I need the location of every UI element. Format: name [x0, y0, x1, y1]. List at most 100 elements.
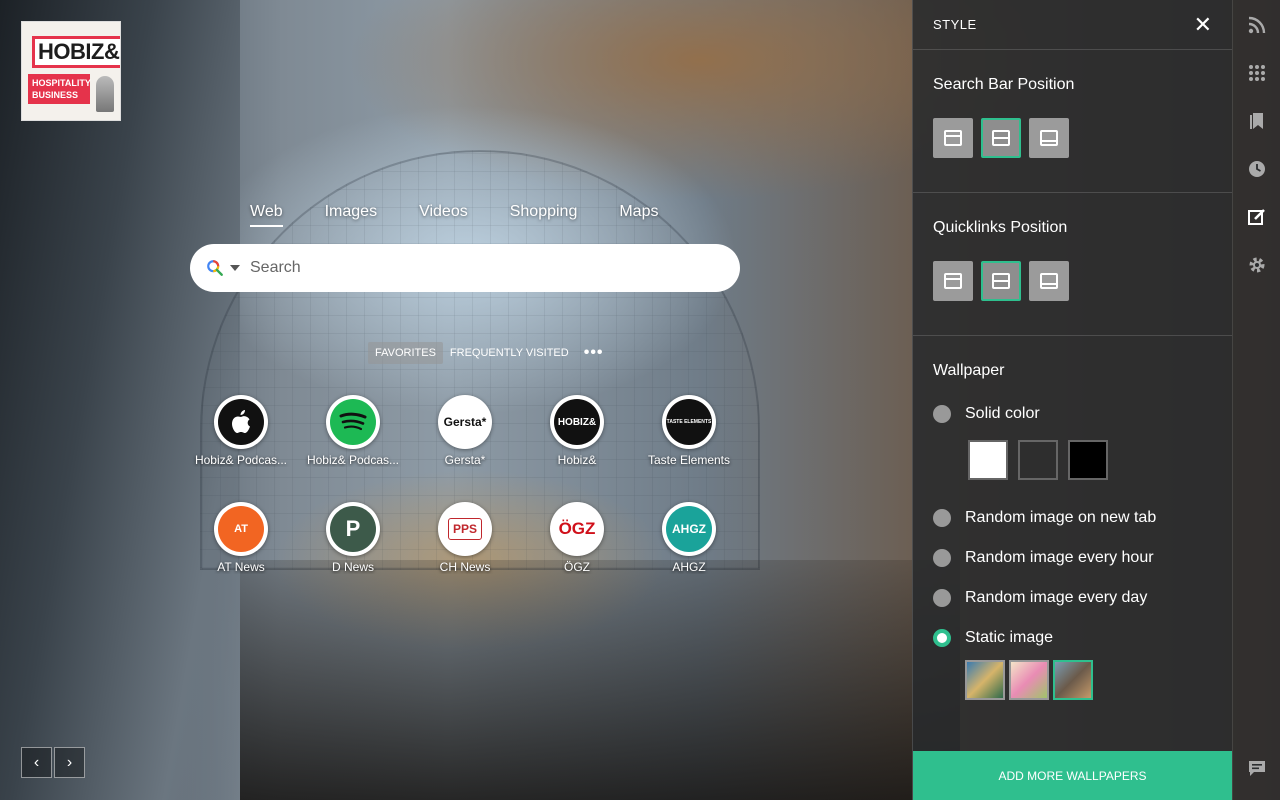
- d-news-logo-icon: P: [330, 506, 376, 552]
- spotify-waves-icon: [339, 412, 367, 431]
- history-clock-icon[interactable]: [1245, 157, 1269, 181]
- position-options: [933, 118, 1212, 158]
- panel-header: STYLE ✕: [913, 0, 1232, 50]
- position-top-button[interactable]: [933, 261, 973, 301]
- position-bottom-button[interactable]: [1029, 118, 1069, 158]
- gersta-logo-icon: Gersta*: [442, 399, 488, 445]
- panel-title: STYLE: [933, 17, 977, 32]
- logo-text-main: HOBIZ&: [32, 36, 120, 68]
- hobiz-logo-icon: HOBIZ&: [554, 399, 600, 445]
- radio-button[interactable]: [933, 509, 951, 527]
- quicklink-label: CH News: [439, 560, 491, 574]
- quicklink-icon: [326, 395, 380, 449]
- style-panel: STYLE ✕ Search Bar Position Quicklinks P…: [912, 0, 1232, 800]
- quicklink-label: AT News: [217, 560, 265, 574]
- option-solid-color[interactable]: Solid color: [933, 394, 1212, 434]
- quicklink-tile[interactable]: Gersta* Gersta*: [410, 395, 520, 467]
- quicklink-label: AHGZ: [672, 560, 706, 574]
- swatch-dark-gray[interactable]: [1018, 440, 1058, 480]
- tab-maps[interactable]: Maps: [619, 203, 658, 227]
- bookmarks-icon[interactable]: [1245, 109, 1269, 133]
- quicklink-label: Hobiz& Podcas...: [194, 453, 288, 467]
- position-top-button[interactable]: [933, 118, 973, 158]
- radio-button-selected[interactable]: [933, 629, 951, 647]
- layout-middle-icon: [992, 273, 1010, 289]
- color-swatches: [968, 440, 1212, 480]
- quicklink-tile[interactable]: AHGZ AHGZ: [634, 502, 744, 574]
- layout-middle-icon: [992, 130, 1010, 146]
- more-options-icon[interactable]: •••: [584, 344, 604, 362]
- wallpaper-thumbnail[interactable]: [1009, 660, 1049, 700]
- option-label: Random image every day: [965, 589, 1148, 606]
- chevron-right-icon[interactable]: ›: [54, 747, 85, 778]
- section-title: Search Bar Position: [933, 76, 1075, 93]
- taste-elements-logo-icon: TASTE ELEMENTS: [666, 399, 712, 445]
- spotify-icon: [330, 399, 376, 445]
- quicklink-icon: ÖGZ: [550, 502, 604, 556]
- ogz-logo-icon: ÖGZ: [554, 506, 600, 552]
- search-bar: [190, 244, 740, 292]
- quicklink-label: Hobiz& Podcas...: [306, 453, 400, 467]
- quicklink-tile[interactable]: P D News: [298, 502, 408, 574]
- position-middle-button[interactable]: [981, 118, 1021, 158]
- tab-web[interactable]: Web: [250, 203, 283, 227]
- wallpaper-section: Wallpaper Solid color Random image on ne…: [913, 336, 1232, 700]
- tab-images[interactable]: Images: [325, 203, 377, 227]
- feedback-icon[interactable]: [1245, 757, 1269, 781]
- tab-frequently-visited[interactable]: FREQUENTLY VISITED: [443, 342, 576, 364]
- quicklink-tile[interactable]: ÖGZ ÖGZ: [522, 502, 632, 574]
- chevron-down-icon[interactable]: [230, 265, 240, 271]
- swatch-black[interactable]: [1068, 440, 1108, 480]
- option-random-new-tab[interactable]: Random image on new tab: [933, 498, 1212, 538]
- brand-logo[interactable]: HOBIZ& HOSPITALITY BUSINESS: [21, 21, 121, 121]
- position-bottom-button[interactable]: [1029, 261, 1069, 301]
- option-label: Random image every hour: [965, 549, 1154, 566]
- wallpaper-market-floor: [240, 560, 960, 800]
- quicklink-icon: HOBIZ&: [550, 395, 604, 449]
- close-icon[interactable]: ✕: [1194, 13, 1212, 36]
- tab-favorites[interactable]: FAVORITES: [368, 342, 443, 364]
- quicklink-tile[interactable]: Hobiz& Podcas...: [298, 395, 408, 467]
- option-random-day[interactable]: Random image every day: [933, 578, 1212, 618]
- apps-grid-icon[interactable]: [1245, 61, 1269, 85]
- quicklink-tile[interactable]: AT AT News: [186, 502, 296, 574]
- sidebar-rail: [1232, 0, 1280, 800]
- wallpaper-thumbnails: [965, 660, 1212, 700]
- gear-icon[interactable]: [1245, 253, 1269, 277]
- wallpaper-thumbnail-selected[interactable]: [1053, 660, 1093, 700]
- quicklink-tile[interactable]: HOBIZ& Hobiz&: [522, 395, 632, 467]
- style-edit-icon[interactable]: [1245, 205, 1269, 229]
- quicklink-tile[interactable]: PPS CH News: [410, 502, 520, 574]
- radio-button[interactable]: [933, 589, 951, 607]
- microphone-icon: [96, 76, 114, 112]
- search-bar-position-section: Search Bar Position: [913, 50, 1232, 193]
- option-random-hour[interactable]: Random image every hour: [933, 538, 1212, 578]
- search-input[interactable]: [250, 259, 690, 277]
- quicklink-label: D News: [331, 560, 374, 574]
- layout-bottom-icon: [1040, 273, 1058, 289]
- search-type-tabs: Web Images Videos Shopping Maps: [250, 203, 700, 227]
- quicklink-tile[interactable]: TASTE ELEMENTS Taste Elements: [634, 395, 744, 467]
- radio-button[interactable]: [933, 549, 951, 567]
- option-static-image[interactable]: Static image: [933, 618, 1212, 658]
- position-middle-button[interactable]: [981, 261, 1021, 301]
- layout-bottom-icon: [1040, 130, 1058, 146]
- quicklink-tile[interactable]: Hobiz& Podcas...: [186, 395, 296, 467]
- swatch-white[interactable]: [968, 440, 1008, 480]
- layout-top-icon: [944, 273, 962, 289]
- rss-icon[interactable]: [1245, 13, 1269, 37]
- option-label: Static image: [965, 629, 1054, 646]
- tab-shopping[interactable]: Shopping: [510, 203, 578, 227]
- quicklink-icon: AHGZ: [662, 502, 716, 556]
- chevron-left-icon[interactable]: ‹: [21, 747, 52, 778]
- option-label: Solid color: [965, 405, 1040, 422]
- layout-top-icon: [944, 130, 962, 146]
- quicklink-icon: AT: [214, 502, 268, 556]
- search-engine-icon[interactable]: [206, 259, 224, 277]
- radio-button[interactable]: [933, 405, 951, 423]
- add-wallpapers-button[interactable]: ADD MORE WALLPAPERS: [913, 751, 1232, 800]
- quicklink-label: Gersta*: [444, 453, 486, 467]
- option-label: Random image on new tab: [965, 509, 1157, 526]
- wallpaper-thumbnail[interactable]: [965, 660, 1005, 700]
- tab-videos[interactable]: Videos: [419, 203, 468, 227]
